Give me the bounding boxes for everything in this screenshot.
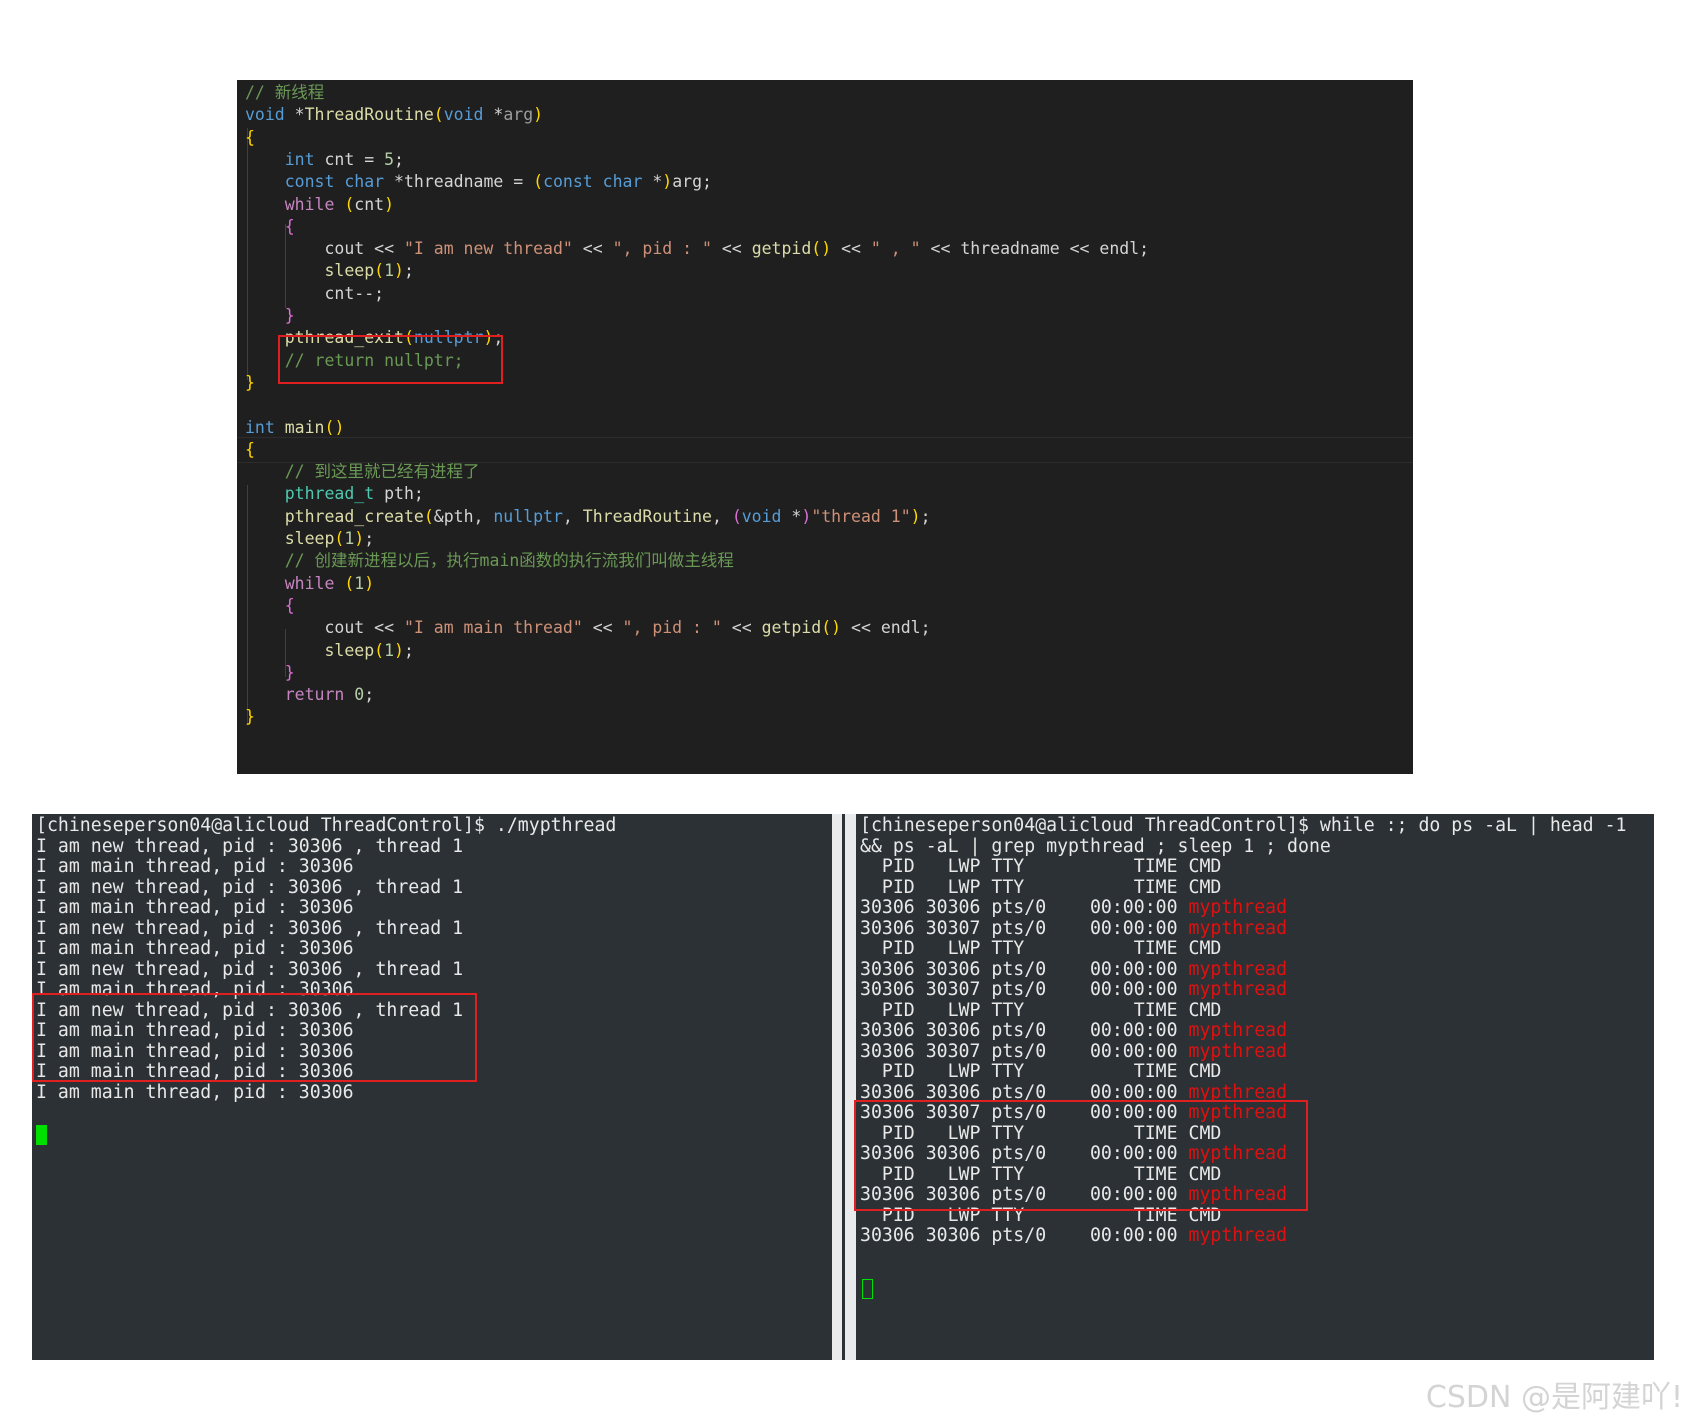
terminal-line: 30306 30307 pts/0 00:00:00 mypthread [860,979,1288,1000]
terminal-line: PID LWP TTY TIME CMD [860,856,1222,877]
code-line: cout << "I am new thread" << ", pid : " … [245,239,1150,259]
terminal-line: I am main thread, pid : 30306 [36,856,354,877]
watermark: CSDN @是阿建吖! [1425,1380,1683,1415]
terminal-line: 30306 30307 pts/0 00:00:00 mypthread [860,917,1288,939]
terminal-line: 30306 30306 pts/0 00:00:00 mypthread [860,1020,1288,1041]
terminal-line: I am main thread, pid : 30306 [36,897,354,918]
code-line: while (1) [284,573,375,593]
terminal-line: 30306 30306 pts/0 00:00:00 mypthread [860,1225,1288,1246]
terminal-line: 30306 30306 pts/0 00:00:00 mypthread [860,958,1288,980]
terminal-line: PID LWP TTY TIME CMD [860,876,1222,898]
terminal-line: 30306 30306 pts/0 00:00:00 mypthread [860,897,1288,918]
terminal-line: && ps -aL | grep mypthread ; sleep 1 ; d… [860,835,1331,857]
terminal-line: I am main thread, pid : 30306 [36,1081,354,1103]
code-line: while (cnt) [284,194,395,214]
code-line: sleep(1); [324,261,414,281]
terminal-line: I am main thread, pid : 30306 [36,938,354,959]
code-line: } [284,662,295,682]
code-line: { [245,127,255,147]
code-line: } [245,707,255,727]
terminal-line: I am new thread, pid : 30306 , thread 1 [36,876,464,898]
code-line: sleep(1); [284,529,375,548]
terminal-line: PID LWP TTY TIME CMD [860,1061,1222,1082]
terminal-line: PID LWP TTY TIME CMD [860,999,1222,1021]
code-line: int cnt = 5; [284,149,404,169]
code-line: { [245,439,255,459]
terminal-cursor [862,1279,873,1299]
highlight-box-left-output [32,993,477,1082]
code-line: sleep(1); [324,640,414,660]
highlight-box-pthread-exit [278,335,503,384]
code-line: pthread_t pth; [284,484,424,504]
code-line: { [284,216,295,236]
terminal-line: 30306 30307 pts/0 00:00:00 mypthread [860,1040,1288,1062]
terminal-line: [chineseperson04@alicloud ThreadControl]… [36,815,617,836]
code-line: int main() [245,417,345,437]
code-line: // 创建新进程以后，执行main函数的执行流我们叫做主线程 [284,551,734,571]
terminal-cursor [36,1125,47,1145]
code-line: { [284,595,295,615]
highlight-box-right-output [854,1100,1308,1211]
code-line: return 0; [284,685,375,705]
current-line-highlight [237,437,1413,463]
code-line: cnt--; [245,283,385,303]
terminal-right[interactable]: [chineseperson04@alicloud ThreadControl]… [854,814,1654,1360]
terminal-line: I am new thread, pid : 30306 , thread 1 [36,917,464,939]
code-line: } [245,372,255,392]
code-line: // 到这里就已经有进程了 [284,462,480,482]
code-line: const char *threadname = (const char *)a… [284,172,712,192]
code-line: // 新线程 [245,83,325,102]
terminal-left[interactable]: [chineseperson04@alicloud ThreadControl]… [32,814,832,1360]
code-editor[interactable]: // 新线程 void *ThreadRoutine(void *arg){ in… [237,80,1413,774]
terminal-line: I am new thread, pid : 30306 , thread 1 [36,835,464,857]
code-line: } [284,306,295,325]
terminal-line: [chineseperson04@alicloud ThreadControl]… [860,815,1627,836]
terminal-divider [832,814,856,1360]
terminal-line: PID LWP TTY TIME CMD [860,938,1222,959]
code-line: pthread_create(&pth, nullptr, ThreadRout… [284,506,931,526]
code-line: cout << "I am main thread" << ", pid : "… [245,618,931,638]
code-line: void *ThreadRoutine(void *arg) [245,105,544,125]
terminal-line: I am new thread, pid : 30306 , thread 1 [36,958,464,980]
